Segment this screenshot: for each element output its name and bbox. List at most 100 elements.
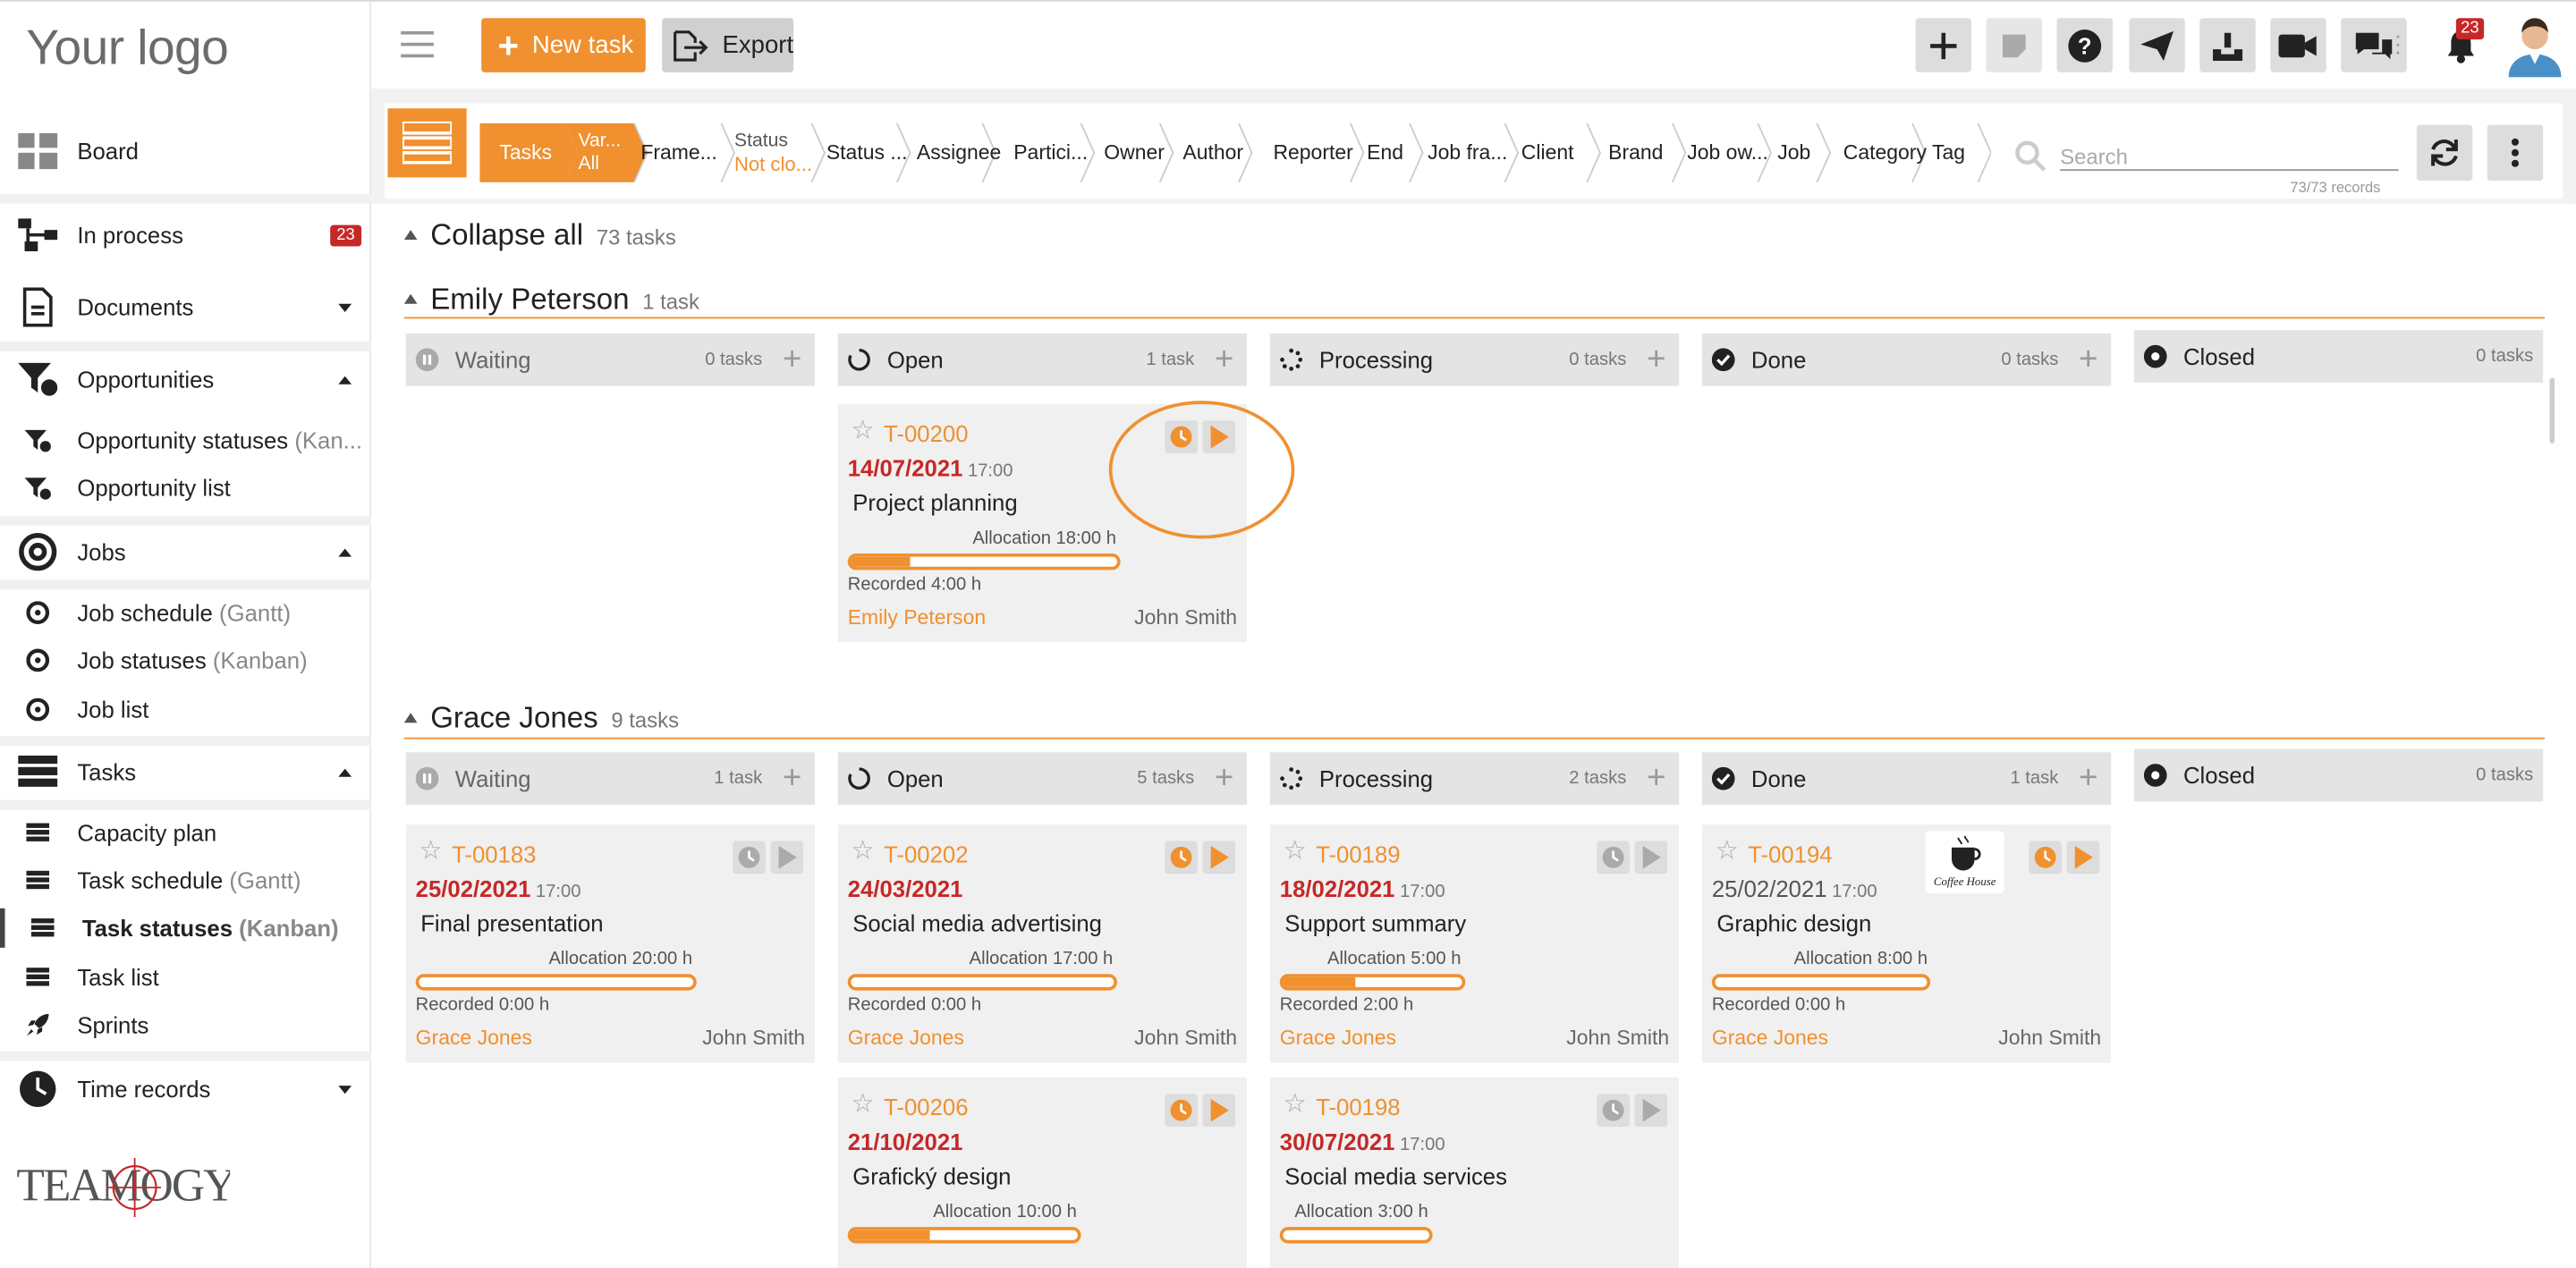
timer-clock-icon[interactable] bbox=[1597, 1094, 1631, 1128]
sidebar-item-opportunity-statuses[interactable]: Opportunity statuses (Kan... bbox=[0, 420, 371, 460]
scrollbar[interactable] bbox=[2549, 377, 2555, 444]
task-id[interactable]: T-00202 bbox=[884, 841, 968, 866]
help-button[interactable]: ? bbox=[2056, 18, 2113, 72]
sidebar-item-job-schedule[interactable]: Job schedule (Gantt) bbox=[0, 593, 371, 632]
sidebar-item-opportunities[interactable]: Opportunities bbox=[0, 358, 371, 401]
filter-reporter[interactable]: Reporter bbox=[1263, 123, 1352, 182]
filter-brand[interactable]: Brand bbox=[1598, 123, 1663, 182]
filter-job-framework[interactable]: Job fra... bbox=[1418, 123, 1507, 182]
sidebar-item-capacity-plan[interactable]: Capacity plan bbox=[0, 813, 371, 852]
play-icon[interactable] bbox=[1202, 1094, 1236, 1128]
sidebar-item-sprints[interactable]: Sprints bbox=[0, 1005, 371, 1044]
new-task-button[interactable]: + New task bbox=[481, 18, 646, 72]
user-avatar[interactable] bbox=[2504, 15, 2566, 78]
timer-clock-icon[interactable] bbox=[1597, 841, 1631, 875]
play-icon[interactable] bbox=[1202, 841, 1236, 875]
task-card[interactable]: ☆ T-00206 21/10/2021 Grafický design All… bbox=[837, 1077, 1248, 1268]
filter-owner[interactable]: Owner bbox=[1094, 123, 1165, 182]
add-task-icon[interactable]: + bbox=[1215, 343, 1233, 376]
task-id[interactable]: T-00198 bbox=[1316, 1094, 1400, 1120]
refresh-button[interactable] bbox=[2416, 124, 2473, 182]
filter-status-2[interactable]: Status ... bbox=[817, 123, 908, 182]
more-options-button[interactable] bbox=[2487, 124, 2544, 182]
task-id[interactable]: T-00200 bbox=[884, 420, 968, 446]
add-task-icon[interactable]: + bbox=[1647, 343, 1665, 376]
export-button[interactable]: Export bbox=[662, 18, 794, 72]
inbox-button[interactable] bbox=[2199, 18, 2256, 72]
task-id[interactable]: T-00183 bbox=[452, 841, 536, 866]
filter-job[interactable]: Job bbox=[1767, 123, 1810, 182]
add-button[interactable] bbox=[1915, 18, 1972, 72]
timer-clock-icon[interactable] bbox=[733, 841, 766, 875]
logo[interactable]: Your logo bbox=[26, 21, 228, 77]
play-icon[interactable] bbox=[2066, 841, 2100, 875]
notes-button[interactable] bbox=[1986, 18, 2043, 72]
star-icon[interactable]: ☆ bbox=[851, 418, 874, 444]
owner-link[interactable]: Emily Peterson bbox=[848, 606, 986, 630]
collapse-all-header[interactable]: Collapse all 73 tasks bbox=[403, 218, 676, 253]
sidebar-item-tasks[interactable]: Tasks bbox=[0, 750, 371, 793]
sidebar-item-time-records[interactable]: Time records bbox=[0, 1068, 371, 1111]
filter-assignee[interactable]: Assignee bbox=[907, 123, 1001, 182]
search-input[interactable]: Search bbox=[2060, 146, 2399, 172]
star-icon[interactable]: ☆ bbox=[419, 839, 442, 866]
video-button[interactable] bbox=[2270, 18, 2326, 72]
add-task-icon[interactable]: + bbox=[783, 343, 801, 376]
filter-status[interactable]: Status Not clo... bbox=[724, 123, 812, 182]
sidebar-item-job-statuses[interactable]: Job statuses (Kanban) bbox=[0, 640, 371, 680]
task-id[interactable]: T-00206 bbox=[884, 1094, 968, 1120]
task-card[interactable]: ☆ T-00183 25/02/2021 17:00 Final presenta… bbox=[405, 824, 816, 1063]
star-icon[interactable]: ☆ bbox=[1283, 1092, 1306, 1118]
filter-variant[interactable]: Var... All bbox=[568, 123, 622, 182]
sidebar-item-task-list[interactable]: Task list bbox=[0, 958, 371, 997]
filter-client[interactable]: Client bbox=[1512, 123, 1574, 182]
timer-clock-icon[interactable] bbox=[2029, 841, 2063, 875]
filter-participants[interactable]: Partici... bbox=[1004, 123, 1088, 182]
sidebar-item-jobs[interactable]: Jobs bbox=[0, 530, 371, 573]
group-header-emily[interactable]: Emily Peterson 1 task bbox=[403, 283, 699, 317]
task-card[interactable]: ☆ T-00194 Coffee House 25/02/2021 17:00 G… bbox=[1701, 824, 2112, 1063]
sidebar-item-documents[interactable]: Documents bbox=[0, 286, 371, 329]
play-icon[interactable] bbox=[770, 841, 804, 875]
task-card[interactable]: ☆ T-00198 30/07/2021 17:00 Social media s… bbox=[1269, 1077, 1680, 1268]
notifications-button[interactable]: 23 bbox=[2433, 18, 2488, 72]
star-icon[interactable]: ☆ bbox=[1283, 839, 1306, 866]
filter-category[interactable]: Category bbox=[1834, 123, 1927, 182]
more-dots-icon[interactable]: · · · bbox=[2394, 23, 2402, 63]
timer-clock-icon[interactable] bbox=[1165, 1094, 1198, 1128]
sidebar-item-in-process[interactable]: In process 23 bbox=[0, 214, 371, 257]
star-icon[interactable]: ☆ bbox=[851, 839, 874, 866]
filter-framework[interactable]: Frame... bbox=[631, 123, 716, 182]
task-id[interactable]: T-00189 bbox=[1316, 841, 1400, 866]
star-icon[interactable]: ☆ bbox=[1716, 839, 1739, 866]
hamburger-icon[interactable] bbox=[401, 30, 434, 58]
add-task-icon[interactable]: + bbox=[2079, 762, 2097, 795]
task-card[interactable]: ☆ T-00202 24/03/2021 Social media advert… bbox=[837, 824, 1248, 1063]
sidebar-item-job-list[interactable]: Job list bbox=[0, 689, 371, 729]
sidebar-item-board[interactable]: Board bbox=[0, 130, 371, 173]
filter-author[interactable]: Author bbox=[1173, 123, 1243, 182]
filter-tag[interactable]: Tag bbox=[1922, 123, 1965, 182]
sidebar-item-task-schedule[interactable]: Task schedule (Gantt) bbox=[0, 860, 371, 900]
task-card[interactable]: ☆ T-00189 18/02/2021 17:00 Support summar… bbox=[1269, 824, 1680, 1063]
task-id[interactable]: T-00194 bbox=[1748, 841, 1832, 866]
owner-link[interactable]: Grace Jones bbox=[1712, 1027, 1828, 1050]
view-switch-button[interactable] bbox=[387, 108, 467, 178]
add-task-icon[interactable]: + bbox=[1647, 762, 1665, 795]
owner-link[interactable]: Grace Jones bbox=[1280, 1027, 1396, 1050]
sidebar-item-opportunity-list[interactable]: Opportunity list bbox=[0, 468, 371, 507]
chat-button[interactable]: · · · bbox=[2341, 18, 2407, 72]
group-header-grace[interactable]: Grace Jones 9 tasks bbox=[403, 701, 679, 736]
add-task-icon[interactable]: + bbox=[783, 762, 801, 795]
filter-job-owner[interactable]: Job ow... bbox=[1677, 123, 1768, 182]
play-icon[interactable] bbox=[1634, 841, 1668, 875]
add-task-icon[interactable]: + bbox=[1215, 762, 1233, 795]
filter-tasks[interactable]: Tasks bbox=[489, 123, 552, 182]
timer-clock-icon[interactable] bbox=[1165, 841, 1198, 875]
add-task-icon[interactable]: + bbox=[2079, 343, 2097, 376]
sidebar-item-task-statuses[interactable]: Task statuses (Kanban) bbox=[0, 908, 371, 948]
star-icon[interactable]: ☆ bbox=[851, 1092, 874, 1118]
send-button[interactable] bbox=[2129, 18, 2185, 72]
play-icon[interactable] bbox=[1634, 1094, 1668, 1128]
owner-link[interactable]: Grace Jones bbox=[416, 1027, 532, 1050]
